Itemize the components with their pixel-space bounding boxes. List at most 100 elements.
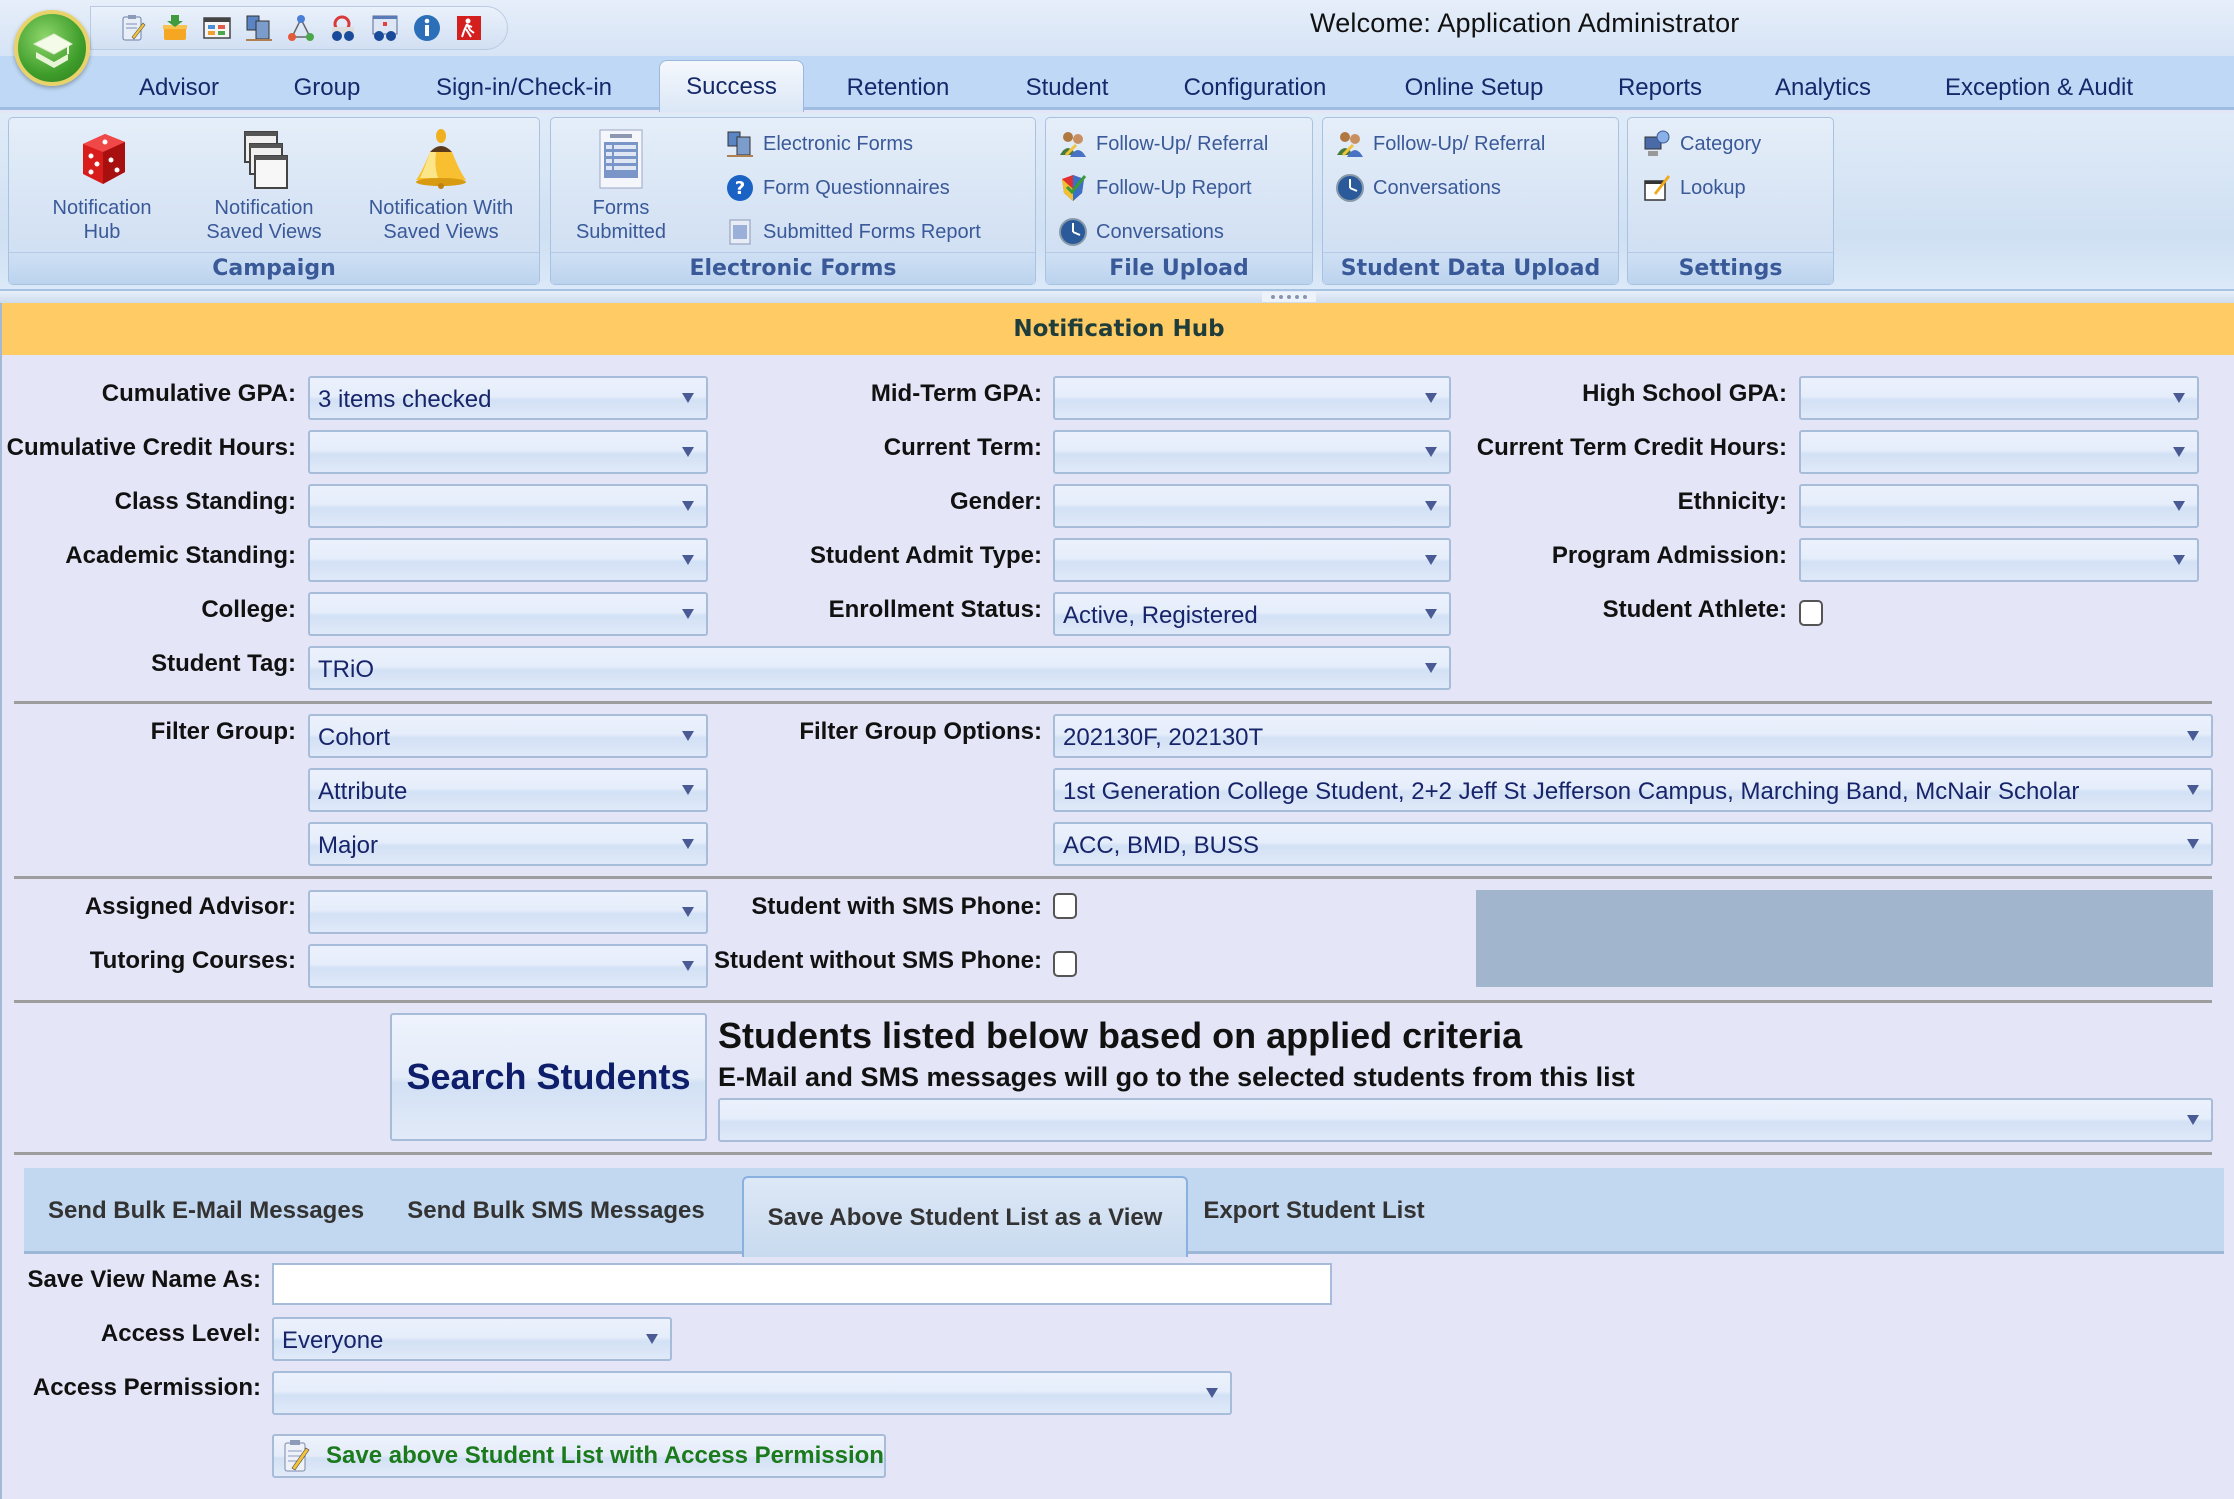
tab-configuration[interactable]: Configuration: [1170, 66, 1340, 110]
tab-success[interactable]: Success: [659, 60, 804, 112]
notepad-edit-icon[interactable]: [117, 12, 149, 44]
ribbon-splitter[interactable]: [0, 289, 2234, 303]
email-binoculars-icon[interactable]: [327, 12, 359, 44]
info-icon[interactable]: [411, 12, 443, 44]
help-question-icon: ?: [727, 175, 753, 201]
gender-dropdown[interactable]: [1053, 484, 1451, 528]
save-view-name-input[interactable]: [272, 1263, 1332, 1305]
tab-group[interactable]: Group: [280, 66, 374, 110]
file-upload-follow-up-referral-button[interactable]: Follow-Up/ Referral: [1058, 128, 1268, 160]
notification-with-saved-views-button[interactable]: Notification With Saved Views: [351, 126, 531, 244]
student-tag-value: TRiO: [318, 656, 374, 683]
student-data-conversations-button[interactable]: Conversations: [1335, 172, 1501, 204]
student-without-sms-label: Student without SMS Phone:: [714, 947, 1042, 974]
access-level-value: Everyone: [282, 1327, 384, 1354]
mid-term-gpa-label: Mid-Term GPA:: [870, 380, 1042, 407]
program-admission-dropdown[interactable]: [1799, 538, 2199, 582]
enrollment-status-label: Enrollment Status:: [828, 596, 1042, 623]
file-upload-follow-up-report-button[interactable]: Follow-Up Report: [1058, 172, 1252, 204]
filter-group-options-dropdown-3[interactable]: ACC, BMD, BUSS: [1053, 822, 2213, 866]
filter-group-options-value: 1st Generation College Student, 2+2 Jeff…: [1063, 778, 2080, 805]
chevron-down-icon: [2173, 393, 2185, 403]
app-menu-button[interactable]: [14, 10, 90, 86]
network-triangle-icon[interactable]: [285, 12, 317, 44]
ribbon-group-file-upload: Follow-Up/ Referral Follow-Up Report Con…: [1045, 117, 1313, 285]
tab-analytics[interactable]: Analytics: [1764, 66, 1882, 110]
student-data-follow-up-referral-button[interactable]: Follow-Up/ Referral: [1335, 128, 1545, 160]
college-dropdown[interactable]: [308, 592, 708, 636]
chevron-down-icon: [682, 393, 694, 403]
notification-saved-views-button[interactable]: Notification Saved Views: [189, 126, 339, 244]
current-term-dropdown[interactable]: [1053, 430, 1451, 474]
tab-retention[interactable]: Retention: [836, 66, 960, 110]
filter-group-options-dropdown-1[interactable]: 202130F, 202130T: [1053, 714, 2213, 758]
filter-group-value: Major: [318, 832, 379, 859]
lookup-button[interactable]: Lookup: [1642, 172, 1746, 204]
tab-export-student-list[interactable]: Export Student List: [1194, 1168, 1434, 1254]
enrollment-status-dropdown[interactable]: Active, Registered: [1053, 592, 1451, 636]
ribbon-panel: Notification Hub Notification Saved View…: [0, 113, 2234, 289]
filter-group-dropdown-3[interactable]: Major: [308, 822, 708, 866]
notification-with-saved-views-label-2: Saved Views: [383, 221, 499, 243]
tab-send-bulk-sms[interactable]: Send Bulk SMS Messages: [388, 1168, 724, 1254]
filter-group-options-dropdown-2[interactable]: 1st Generation College Student, 2+2 Jeff…: [1053, 768, 2213, 812]
basket-download-icon[interactable]: [159, 12, 191, 44]
mid-term-gpa-dropdown[interactable]: [1053, 376, 1451, 420]
table-binoculars-icon[interactable]: [369, 12, 401, 44]
exit-icon[interactable]: [453, 12, 485, 44]
ethnicity-dropdown[interactable]: [1799, 484, 2199, 528]
notification-hub-label-1: Notification: [52, 197, 152, 219]
search-students-button[interactable]: Search Students: [390, 1013, 707, 1141]
cumulative-credit-hours-dropdown[interactable]: [308, 430, 708, 474]
class-standing-dropdown[interactable]: [308, 484, 708, 528]
student-data-conversations-label: Conversations: [1373, 176, 1501, 199]
current-term-credit-hours-dropdown[interactable]: [1799, 430, 2199, 474]
access-permission-dropdown[interactable]: [272, 1371, 1232, 1415]
assigned-advisor-label: Assigned Advisor:: [84, 893, 296, 920]
tutoring-courses-label: Tutoring Courses:: [89, 947, 296, 974]
student-tag-dropdown[interactable]: TRiO: [308, 646, 1451, 690]
assigned-advisor-dropdown[interactable]: [308, 890, 708, 934]
dashboard-window-icon[interactable]: [201, 12, 233, 44]
tab-student[interactable]: Student: [1010, 66, 1124, 110]
chevron-down-icon: [2173, 447, 2185, 457]
tab-save-student-list-view[interactable]: Save Above Student List as a View: [742, 1176, 1188, 1257]
tab-exception-audit[interactable]: Exception & Audit: [1934, 66, 2144, 110]
forms-submitted-button[interactable]: Forms Submitted: [561, 126, 681, 244]
high-school-gpa-dropdown[interactable]: [1799, 376, 2199, 420]
notification-hub-button[interactable]: Notification Hub: [27, 126, 177, 244]
filter-group-value: Attribute: [318, 778, 408, 805]
electronic-forms-button[interactable]: Electronic Forms: [725, 128, 913, 160]
tab-reports[interactable]: Reports: [1604, 66, 1716, 110]
student-with-sms-checkbox[interactable]: [1053, 893, 1077, 919]
student-without-sms-checkbox[interactable]: [1053, 951, 1077, 977]
access-level-dropdown[interactable]: Everyone: [272, 1317, 672, 1361]
computer-backup-icon[interactable]: [243, 12, 275, 44]
form-questionnaires-button[interactable]: ? Form Questionnaires: [725, 172, 950, 204]
file-upload-conversations-button[interactable]: Conversations: [1058, 216, 1224, 248]
tutoring-courses-dropdown[interactable]: [308, 944, 708, 988]
splitter-grip[interactable]: [1262, 292, 1316, 302]
results-subtitle: E-Mail and SMS messages will go to the s…: [718, 1062, 1635, 1092]
current-term-credit-hours-label: Current Term Credit Hours:: [1476, 434, 1787, 461]
student-results-dropdown[interactable]: [718, 1098, 2213, 1142]
submitted-forms-report-button[interactable]: Submitted Forms Report: [725, 216, 981, 248]
gender-label: Gender:: [949, 488, 1042, 515]
academic-standing-dropdown[interactable]: [308, 538, 708, 582]
filter-group-dropdown-1[interactable]: Cohort: [308, 714, 708, 758]
student-athlete-checkbox[interactable]: [1799, 600, 1823, 626]
tab-sign-in-check-in[interactable]: Sign-in/Check-in: [424, 66, 624, 110]
enrollment-status-value: Active, Registered: [1063, 602, 1258, 629]
tab-online-setup[interactable]: Online Setup: [1392, 66, 1556, 110]
chevron-down-icon: [2187, 1115, 2199, 1125]
tab-send-bulk-email[interactable]: Send Bulk E-Mail Messages: [24, 1168, 388, 1254]
category-button[interactable]: Category: [1642, 128, 1761, 160]
svg-text:?: ?: [735, 178, 745, 199]
student-admit-type-dropdown[interactable]: [1053, 538, 1451, 582]
chevron-down-icon: [682, 731, 694, 741]
filter-group-dropdown-2[interactable]: Attribute: [308, 768, 708, 812]
cumulative-gpa-dropdown[interactable]: 3 items checked: [308, 376, 708, 420]
tab-advisor[interactable]: Advisor: [120, 66, 238, 110]
save-student-list-button[interactable]: Save above Student List with Access Perm…: [272, 1434, 886, 1478]
ribbon-group-title-campaign: Campaign: [9, 252, 539, 284]
